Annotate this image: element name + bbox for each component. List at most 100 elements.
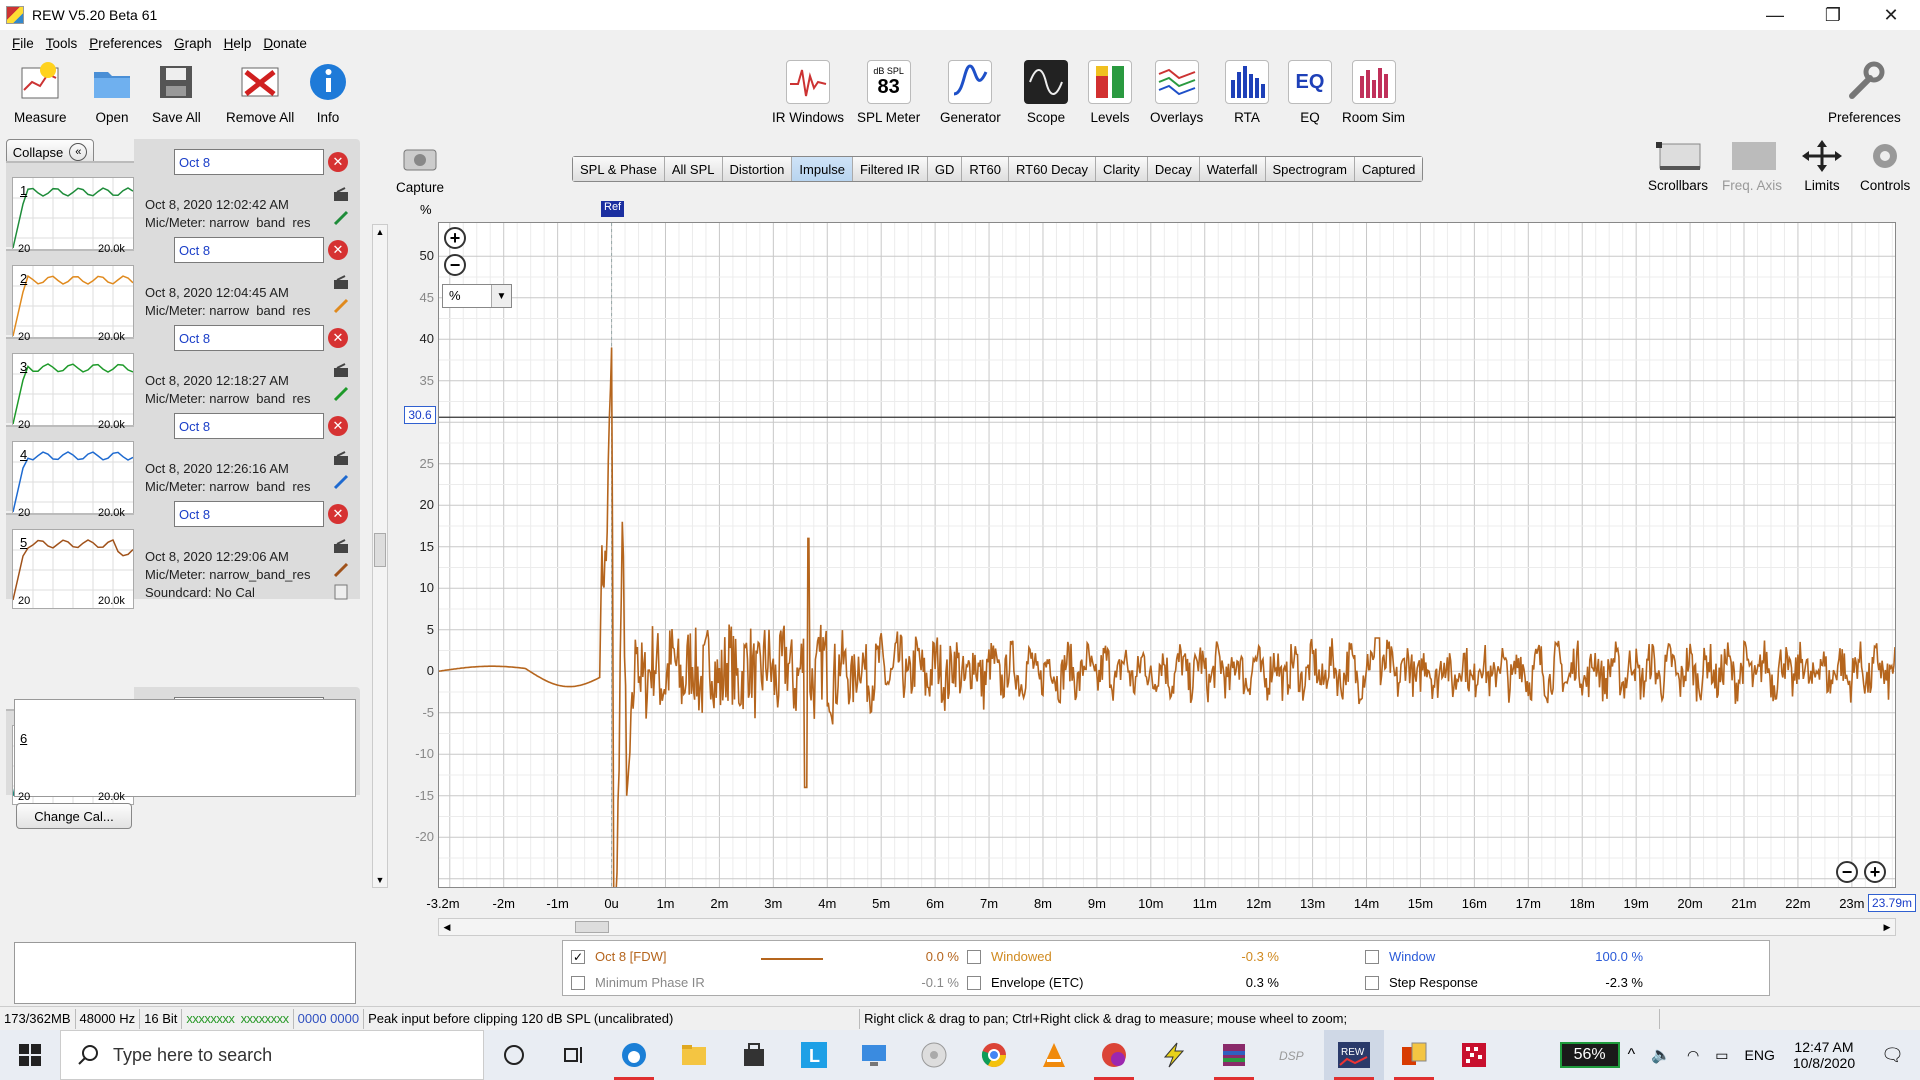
y-unit-select[interactable]: % ▼ xyxy=(442,284,512,308)
delete-measurement-icon[interactable]: ✕ xyxy=(328,240,348,260)
color-pen-icon[interactable] xyxy=(332,473,350,491)
file-explorer-icon[interactable] xyxy=(664,1030,724,1080)
chrome-profile-icon[interactable] xyxy=(1084,1030,1144,1080)
legend-checkbox[interactable] xyxy=(967,975,981,990)
tab-rt60[interactable]: RT60 xyxy=(962,157,1009,181)
y-zoom-in-icon[interactable]: + xyxy=(444,227,466,249)
remote-desktop-icon[interactable] xyxy=(844,1030,904,1080)
save-all-button[interactable]: Save All xyxy=(152,60,201,125)
x-zoom-in-icon[interactable]: + xyxy=(1864,861,1886,883)
lock-measurement-icon[interactable] xyxy=(332,273,350,291)
controls-button[interactable]: Controls xyxy=(1860,140,1910,193)
scope-button[interactable]: Scope xyxy=(1024,60,1068,125)
store-icon[interactable] xyxy=(724,1030,784,1080)
measurement-notes-box-6[interactable] xyxy=(14,942,356,1004)
delete-measurement-icon[interactable]: ✕ xyxy=(328,504,348,524)
chrome-icon[interactable] xyxy=(964,1030,1024,1080)
battery-indicator[interactable]: 56% xyxy=(1559,1042,1620,1068)
eq-button[interactable]: EQ EQ xyxy=(1288,60,1332,125)
cortana-icon[interactable] xyxy=(484,1030,544,1080)
rew-taskbar-icon[interactable]: REW xyxy=(1324,1030,1384,1080)
delete-measurement-icon[interactable]: ✕ xyxy=(328,152,348,172)
menu-preferences[interactable]: Preferences xyxy=(89,36,162,51)
legend-item-measurement[interactable]: ✓ Oct 8 [FDW] xyxy=(571,949,667,964)
notification-icon[interactable]: 🗨 xyxy=(1881,1045,1904,1066)
spl-meter-button[interactable]: dB SPL 83 SPL Meter xyxy=(857,60,920,125)
graph-horizontal-scrollbar[interactable]: ◀ ▶ xyxy=(438,918,1896,936)
tab-waterfall[interactable]: Waterfall xyxy=(1199,157,1266,181)
menu-tools[interactable]: Tools xyxy=(46,36,78,51)
color-pen-icon[interactable] xyxy=(332,209,350,227)
impulse-plot[interactable] xyxy=(438,223,1896,905)
remove-all-button[interactable]: Remove All xyxy=(226,60,294,125)
measurement-notes-box[interactable] xyxy=(14,699,356,797)
wifi-icon[interactable]: ◠ xyxy=(1687,1047,1699,1064)
legend-item-envelope[interactable]: Envelope (ETC) xyxy=(967,975,1083,990)
office-app-icon[interactable] xyxy=(1384,1030,1444,1080)
task-view-icon[interactable] xyxy=(544,1030,604,1080)
legend-item-min-phase[interactable]: Minimum Phase IR xyxy=(571,975,705,990)
scroll-thumb[interactable] xyxy=(374,533,386,567)
tab-captured[interactable]: Captured xyxy=(1354,157,1423,181)
tab-spectrogram[interactable]: Spectrogram xyxy=(1265,157,1355,181)
legend-checkbox[interactable]: ✓ xyxy=(571,949,585,964)
delete-measurement-icon[interactable]: ✕ xyxy=(328,328,348,348)
ref-marker[interactable]: Ref xyxy=(601,201,625,217)
speaker-icon[interactable]: 🔈 xyxy=(1651,1045,1671,1065)
power-app-icon[interactable] xyxy=(1144,1030,1204,1080)
minimize-button[interactable]: — xyxy=(1746,0,1804,30)
rta-button[interactable]: RTA xyxy=(1225,60,1269,125)
tab-gd[interactable]: GD xyxy=(927,157,963,181)
vlc-icon[interactable] xyxy=(1024,1030,1084,1080)
y-zoom-out-icon[interactable]: − xyxy=(444,254,466,276)
legend-checkbox[interactable] xyxy=(967,949,981,964)
scrollbars-button[interactable]: Scrollbars xyxy=(1648,140,1708,193)
winrar-icon[interactable] xyxy=(1204,1030,1264,1080)
measurement-name-input[interactable] xyxy=(174,325,324,351)
measurement-name-input[interactable] xyxy=(174,149,324,175)
ir-windows-button[interactable]: IR Windows xyxy=(772,60,844,125)
qr-app-icon[interactable] xyxy=(1444,1030,1504,1080)
scroll-left-icon[interactable]: ◀ xyxy=(439,919,455,935)
measurement-item[interactable]: ✕ 5 20 20.0k Oct 8, 2020 12:29:06 AM Mic… xyxy=(6,491,360,609)
close-button[interactable]: ✕ xyxy=(1862,0,1920,30)
scroll-down-icon[interactable]: ▼ xyxy=(373,873,387,887)
menu-donate[interactable]: Donate xyxy=(263,36,307,51)
color-pen-icon[interactable] xyxy=(332,297,350,315)
capture-button[interactable]: Capture xyxy=(396,146,444,195)
power-plug-icon[interactable]: ▭ xyxy=(1715,1047,1728,1064)
color-pen-icon[interactable] xyxy=(332,385,350,403)
impulse-graph[interactable] xyxy=(438,222,1896,905)
edge-browser-icon[interactable] xyxy=(604,1030,664,1080)
taskbar-search-box[interactable]: Type here to search xyxy=(60,1030,484,1080)
tab-distortion[interactable]: Distortion xyxy=(722,157,793,181)
tab-clarity[interactable]: Clarity xyxy=(1096,157,1148,181)
levels-button[interactable]: Levels xyxy=(1088,60,1132,125)
overlays-button[interactable]: Overlays xyxy=(1150,60,1203,125)
scroll-up-icon[interactable]: ▲ xyxy=(373,225,387,239)
info-button[interactable]: Info xyxy=(306,60,350,125)
tab-spl-phase[interactable]: SPL & Phase xyxy=(573,157,665,181)
language-indicator[interactable]: ENG xyxy=(1745,1047,1775,1063)
delete-measurement-icon[interactable]: ✕ xyxy=(328,416,348,436)
start-button[interactable] xyxy=(0,1030,60,1080)
tab-all-spl[interactable]: All SPL xyxy=(664,157,723,181)
color-pen-icon[interactable] xyxy=(332,561,350,579)
restore-button[interactable]: ❐ xyxy=(1804,0,1862,30)
room-sim-button[interactable]: Room Sim xyxy=(1342,60,1405,125)
chevron-up-icon[interactable]: ^ xyxy=(1628,1046,1636,1064)
legend-checkbox[interactable] xyxy=(571,975,585,990)
generator-button[interactable]: Generator xyxy=(940,60,1001,125)
change-cal-button[interactable]: Change Cal... xyxy=(16,803,132,829)
preferences-button[interactable]: Preferences xyxy=(1828,60,1901,125)
legend-item-windowed[interactable]: Windowed xyxy=(967,949,1052,964)
tab-rt60-decay[interactable]: RT60 Decay xyxy=(1008,157,1096,181)
app-l-icon[interactable]: L xyxy=(784,1030,844,1080)
clock[interactable]: 12:47 AM 10/8/2020 xyxy=(1793,1039,1855,1071)
legend-item-step-response[interactable]: Step Response xyxy=(1365,975,1478,990)
dsp-app-icon[interactable]: DSP xyxy=(1264,1030,1324,1080)
open-button[interactable]: Open xyxy=(90,60,134,125)
lock-measurement-icon[interactable] xyxy=(332,185,350,203)
menu-file[interactable]: File xyxy=(12,36,34,51)
panel-vertical-scrollbar[interactable]: ▲ ▼ xyxy=(372,224,388,888)
